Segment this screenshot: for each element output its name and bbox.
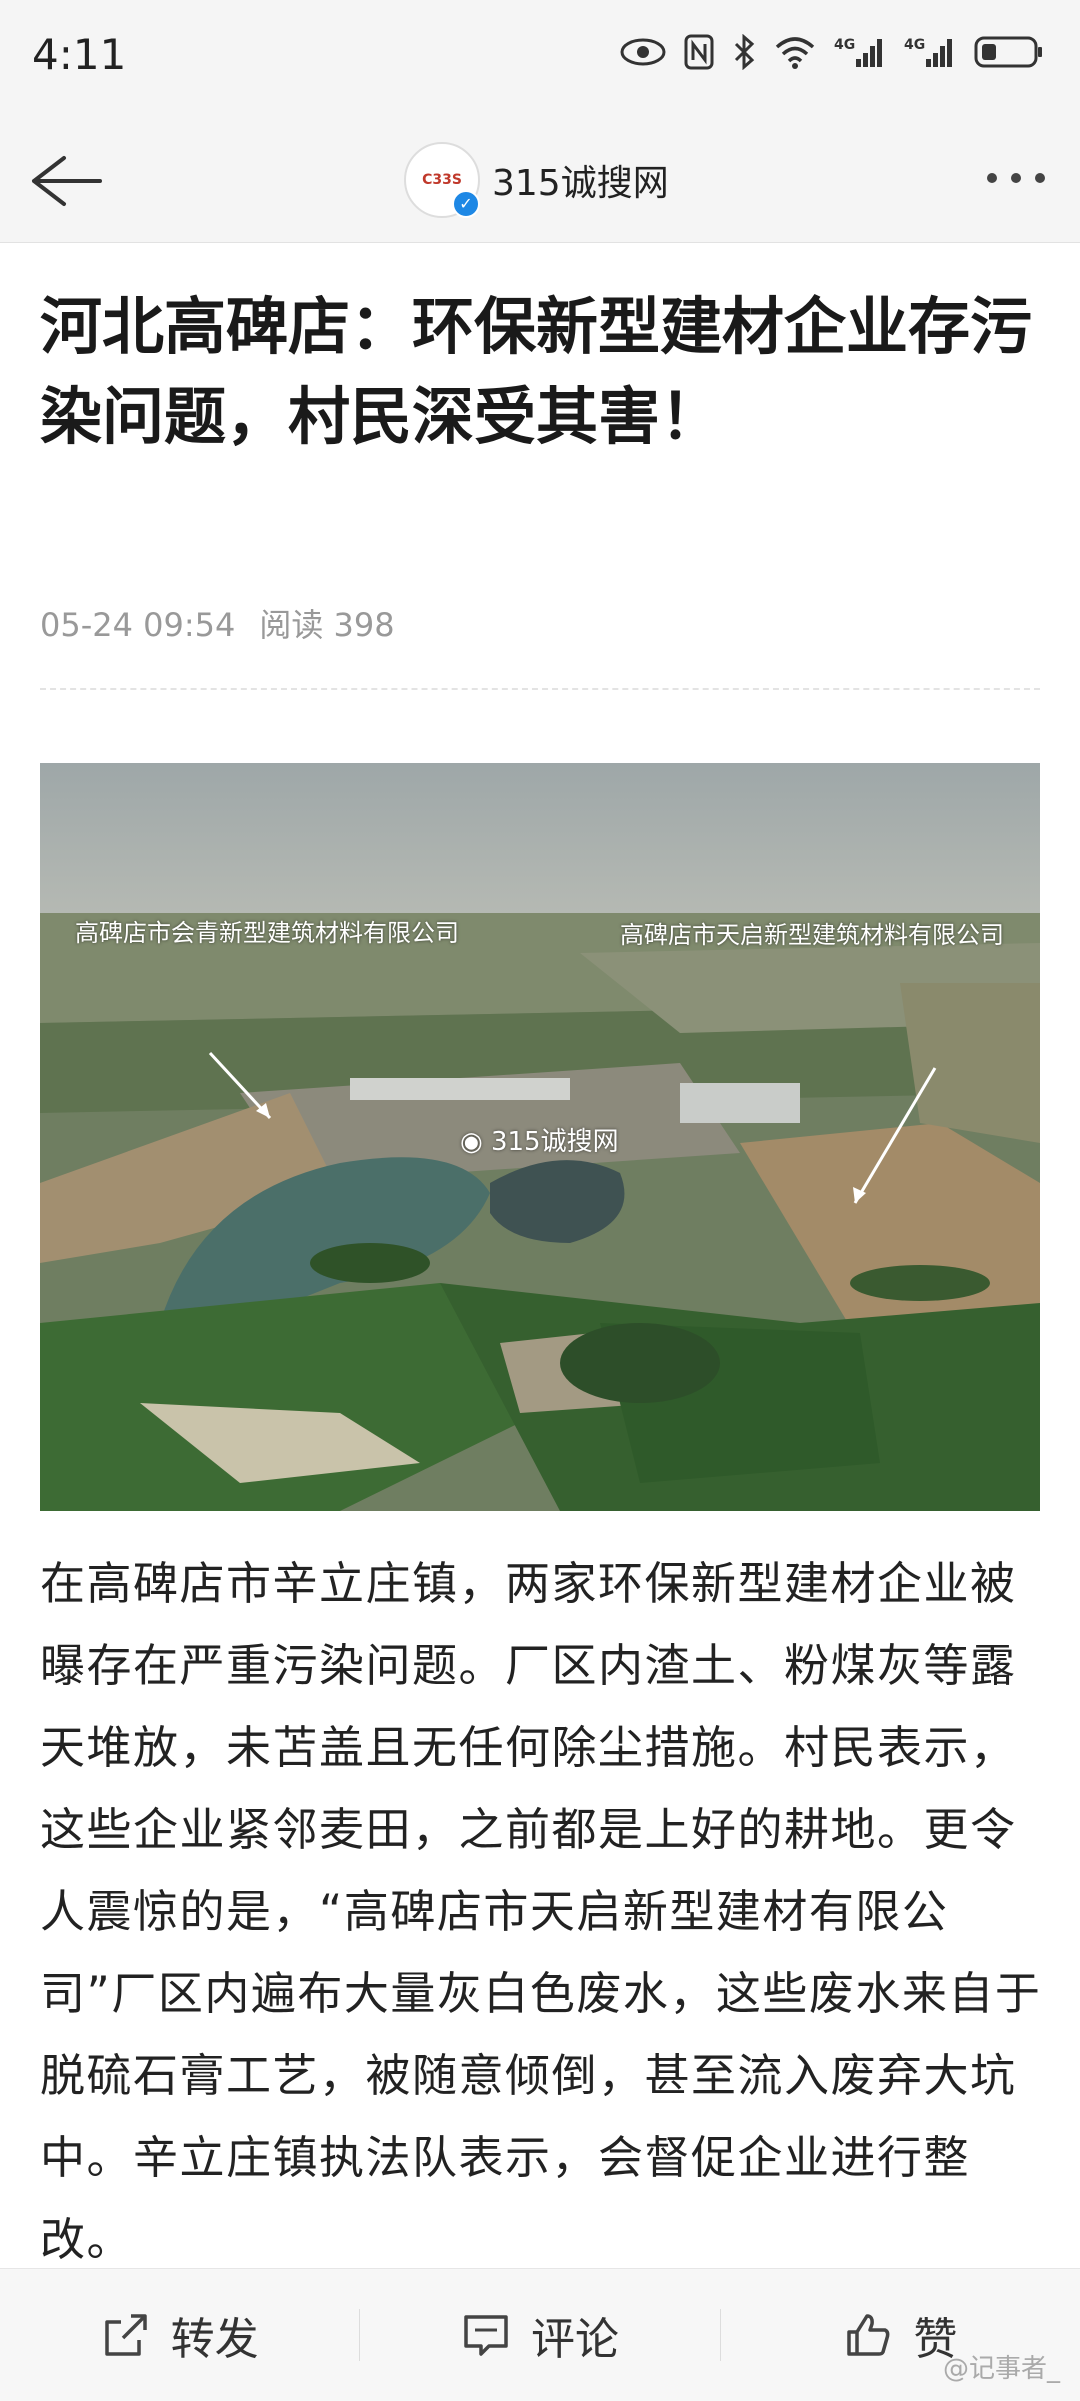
verified-icon: ✓ <box>452 190 480 218</box>
divider <box>40 688 1040 690</box>
status-icons: 4G 4G <box>620 33 1044 74</box>
read-count: 阅读 398 <box>259 606 395 644</box>
weibo-icon: ◉ <box>460 1127 491 1157</box>
article-title: 河北高碑店：环保新型建材企业存污染问题，村民深受其害！ <box>40 290 1033 453</box>
photo-watermark-text: 315诚搜网 <box>490 1127 619 1157</box>
status-time: 4:11 <box>32 30 127 79</box>
thumbs-up-icon <box>847 2314 890 2356</box>
article-photo[interactable]: 高碑店市会青新型建筑材料有限公司 高碑店市天启新型建筑材料有限公司 ◉ 315诚… <box>40 763 1040 1511</box>
comment-button[interactable]: 评论 <box>360 2269 719 2401</box>
photo-label-left: 高碑店市会青新型建筑材料有限公司 <box>75 919 459 947</box>
signal-4g-icon: 4G <box>834 35 886 73</box>
comment-icon <box>464 2315 508 2356</box>
status-bar: 4:11 4G 4G <box>0 0 1080 118</box>
svg-text:4G: 4G <box>904 37 925 53</box>
publisher-name[interactable]: 315诚搜网 <box>492 154 669 206</box>
nfc-icon <box>684 34 714 74</box>
article-body: 在高碑店市辛立庄镇，两家环保新型建材企业被曝存在严重污染问题。厂区内渣土、粉煤灰… <box>40 1557 1042 2266</box>
share-button[interactable]: 转发 <box>0 2269 359 2401</box>
eye-icon <box>620 37 666 71</box>
photo-watermark: ◉ 315诚搜网 <box>460 1121 619 1158</box>
bottom-action-bar: 转发 评论 赞 @记事者_ <box>0 2268 1080 2401</box>
share-label: 转发 <box>170 2314 259 2365</box>
signal-4g-icon-2: 4G <box>904 35 956 73</box>
publish-date: 05-24 09:54 <box>40 606 236 644</box>
avatar-text: C33S <box>422 172 462 188</box>
photo-label-right: 高碑店市天启新型建筑材料有限公司 <box>620 921 1004 949</box>
more-dots-icon <box>987 173 1045 183</box>
comment-label: 评论 <box>530 2314 619 2365</box>
more-button[interactable] <box>976 158 1056 198</box>
wifi-icon <box>774 35 816 73</box>
battery-icon <box>974 35 1044 73</box>
article-header: C33S ✓ 315诚搜网 <box>0 118 1080 243</box>
bottom-watermark: @记事者_ <box>942 2354 1060 2384</box>
bluetooth-icon <box>732 33 756 74</box>
back-button[interactable] <box>24 146 104 216</box>
back-arrow-icon <box>32 156 102 206</box>
share-icon <box>104 2314 147 2356</box>
article-meta: 05-24 09:54 阅读 398 <box>40 600 395 646</box>
svg-text:4G: 4G <box>834 37 855 53</box>
